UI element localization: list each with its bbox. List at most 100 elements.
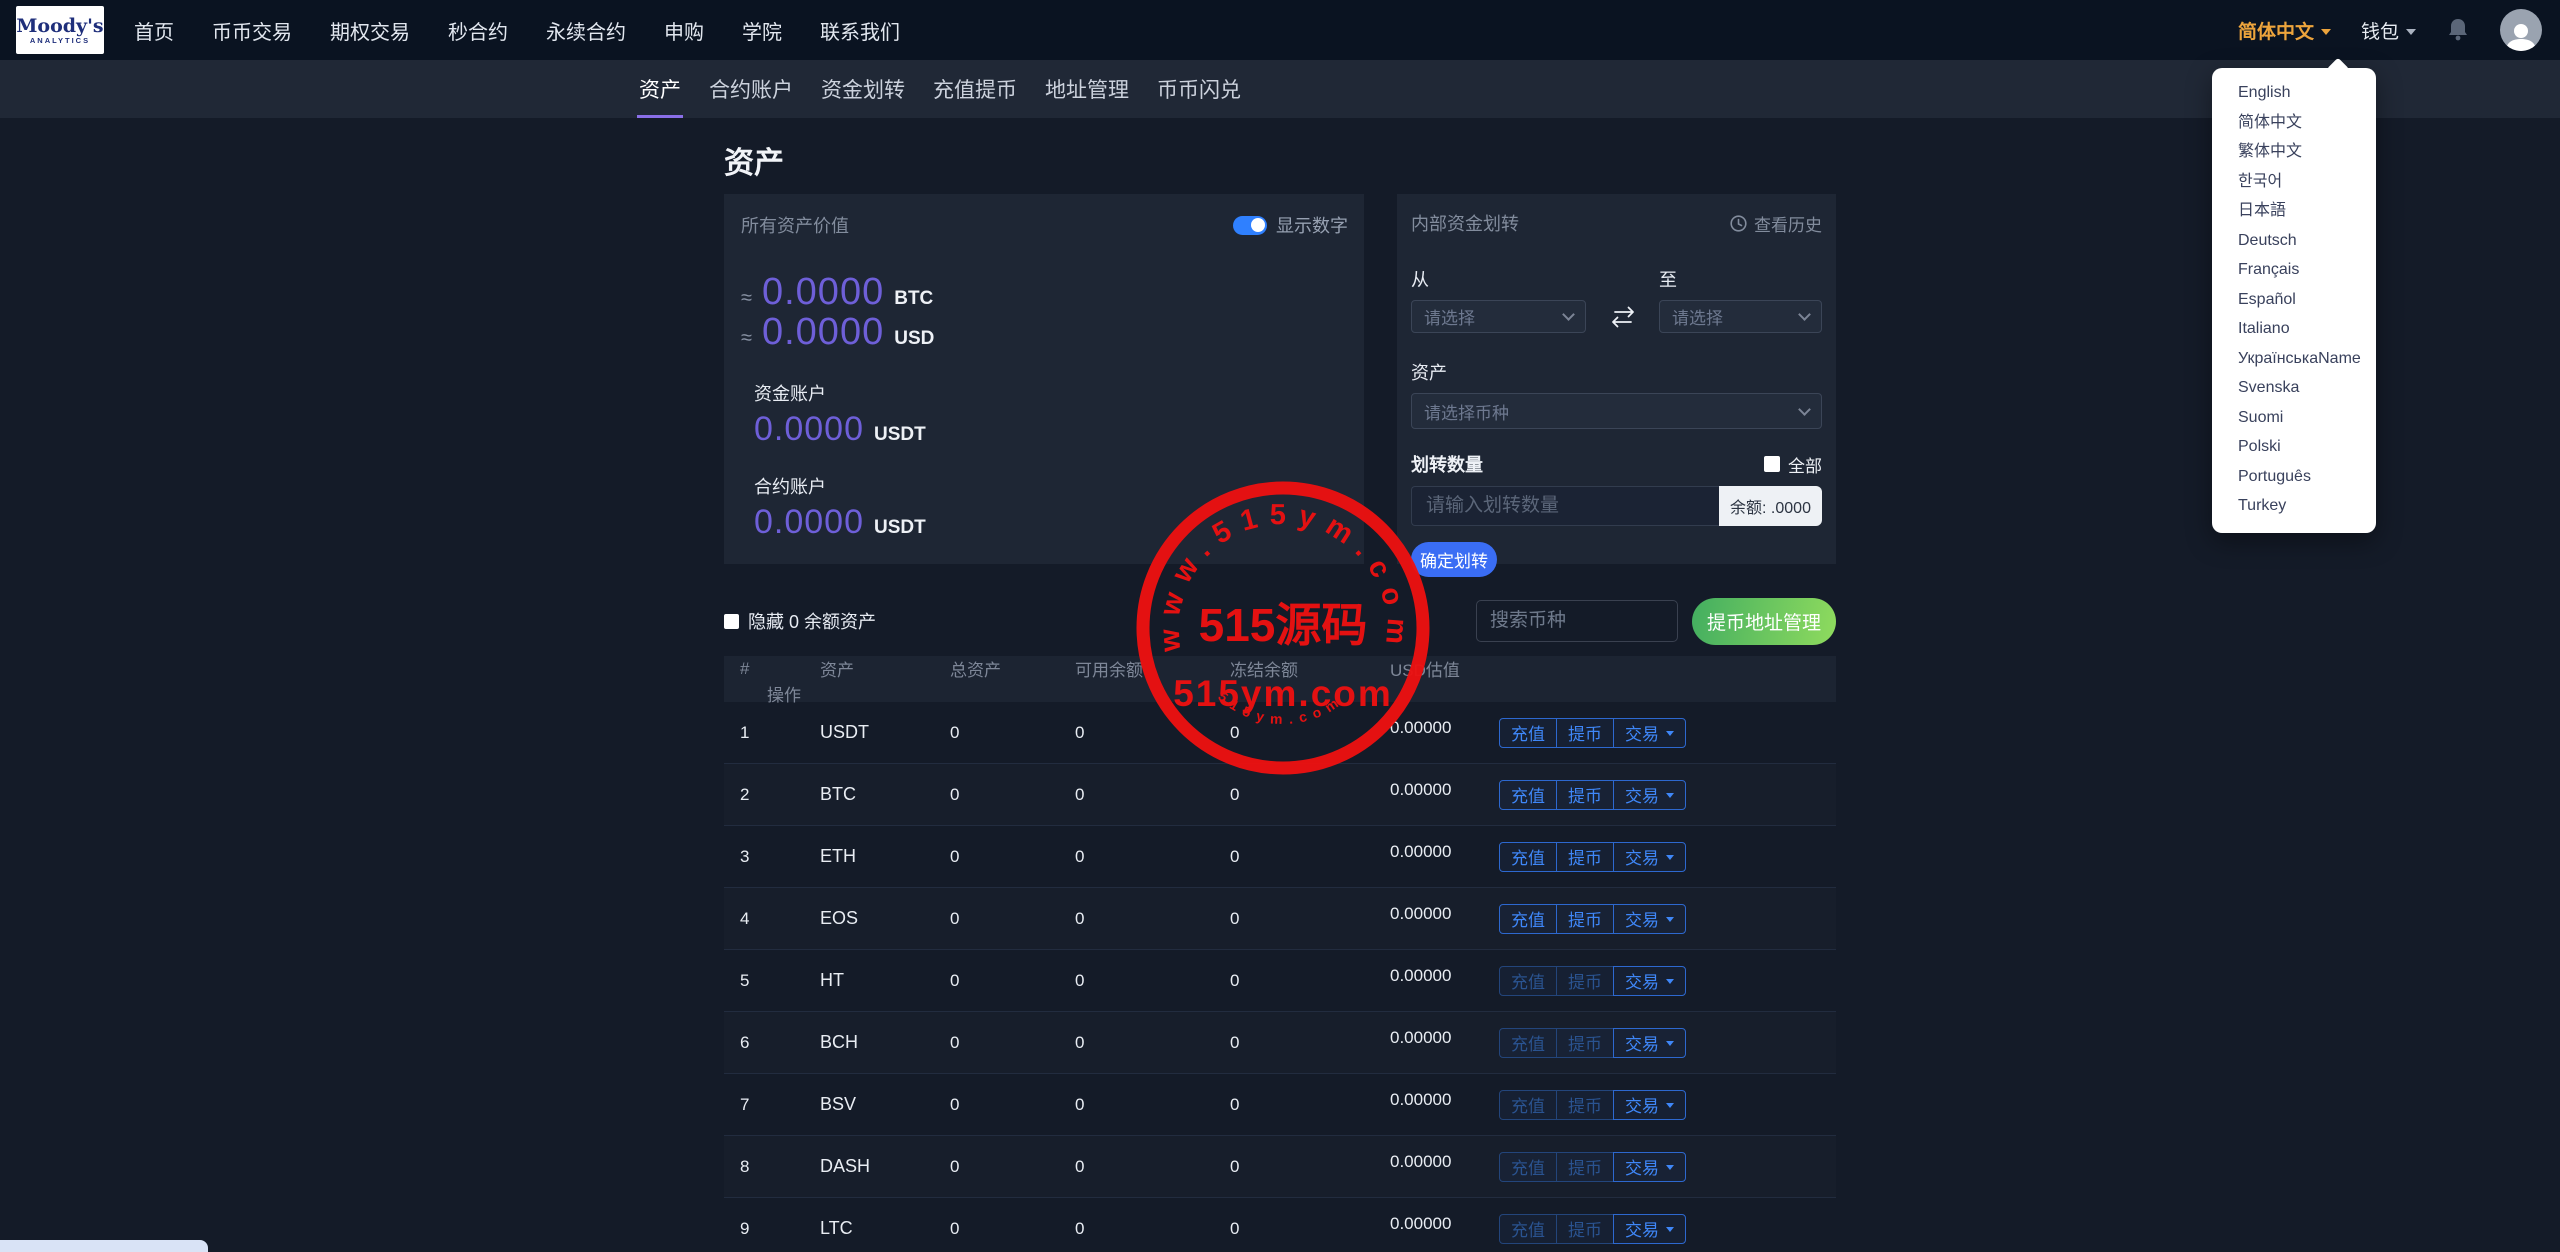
- deposit-button[interactable]: 充值: [1499, 779, 1557, 810]
- language-option[interactable]: Português: [2212, 462, 2376, 492]
- language-option[interactable]: Italiano: [2212, 314, 2376, 344]
- deposit-button[interactable]: 充值: [1499, 717, 1557, 748]
- hide-zero-checkbox[interactable]: [724, 613, 739, 629]
- usd-total-value: ≈ 0.0000 USD: [741, 312, 1348, 352]
- notification-bell-icon[interactable]: [2446, 17, 2470, 43]
- language-dropdown-button[interactable]: 简体中文: [2238, 17, 2331, 44]
- trade-button[interactable]: 交易: [1613, 841, 1686, 872]
- confirm-transfer-button[interactable]: 确定划转: [1411, 542, 1497, 577]
- language-option[interactable]: 简体中文: [2212, 108, 2376, 138]
- to-select-value: 请选择: [1672, 309, 1723, 328]
- trade-button[interactable]: 交易: [1613, 779, 1686, 810]
- subnav-item[interactable]: 合约账户: [707, 60, 795, 118]
- trade-button[interactable]: 交易: [1613, 717, 1686, 748]
- language-option[interactable]: Suomi: [2212, 403, 2376, 433]
- wallet-dropdown-button[interactable]: 钱包: [2361, 17, 2416, 44]
- trade-button[interactable]: 交易: [1613, 903, 1686, 934]
- to-label: 至: [1659, 270, 1677, 290]
- nav-item[interactable]: 期权交易: [330, 16, 410, 45]
- withdraw-button[interactable]: 提币: [1556, 1027, 1614, 1058]
- nav-item[interactable]: 学院: [742, 16, 782, 45]
- cell-usd-value: 0.00000: [1390, 1027, 1452, 1047]
- subnav-item[interactable]: 资产: [637, 60, 683, 118]
- subnav-item[interactable]: 充值提币: [931, 60, 1019, 118]
- language-option[interactable]: 日本語: [2212, 196, 2376, 226]
- deposit-button[interactable]: 充值: [1499, 1213, 1557, 1244]
- language-option[interactable]: Turkey: [2212, 491, 2376, 521]
- page-title: 资产: [724, 147, 784, 180]
- swap-arrows-icon[interactable]: [1608, 306, 1638, 328]
- withdraw-address-manage-button[interactable]: 提币地址管理: [1691, 597, 1836, 645]
- cell-available: 0: [1075, 1094, 1085, 1114]
- cell-usd-value: 0.00000: [1390, 1089, 1452, 1109]
- trade-button[interactable]: 交易: [1613, 1027, 1686, 1058]
- browser-status-tooltip: [0, 1240, 208, 1252]
- language-option[interactable]: Español: [2212, 285, 2376, 315]
- withdraw-button[interactable]: 提币: [1556, 1213, 1614, 1244]
- btc-total-amount: 0.0000: [761, 271, 885, 313]
- cell-asset: BTC: [820, 784, 856, 804]
- wallet-label: 钱包: [2360, 21, 2399, 43]
- balance-suffix: 余额: .0000: [1719, 486, 1822, 526]
- language-option[interactable]: English: [2212, 78, 2376, 108]
- deposit-button[interactable]: 充值: [1499, 965, 1557, 996]
- asset-select[interactable]: 请选择币种: [1411, 393, 1822, 429]
- language-option[interactable]: 繁体中文: [2212, 137, 2376, 167]
- nav-item[interactable]: 联系我们: [820, 16, 900, 45]
- withdraw-button[interactable]: 提币: [1556, 779, 1614, 810]
- cell-index: 1: [740, 722, 750, 742]
- cell-asset: DASH: [820, 1156, 871, 1176]
- nav-item[interactable]: 申购: [664, 16, 704, 45]
- cell-usd-value: 0.00000: [1390, 965, 1452, 985]
- subnav-item[interactable]: 资金划转: [819, 60, 907, 118]
- withdraw-button[interactable]: 提币: [1556, 841, 1614, 872]
- cell-frozen: 0: [1230, 1032, 1240, 1052]
- deposit-button[interactable]: 充值: [1499, 903, 1557, 934]
- all-checkbox[interactable]: [1764, 456, 1780, 472]
- withdraw-button[interactable]: 提币: [1556, 903, 1614, 934]
- cell-actions: 0.00000 充值 提币 交易: [1390, 717, 1836, 748]
- language-option[interactable]: Svenska: [2212, 373, 2376, 403]
- cell-frozen: 0: [1230, 970, 1240, 990]
- to-select[interactable]: 请选择: [1659, 300, 1822, 333]
- subnav-item[interactable]: 币币闪兑: [1155, 60, 1243, 118]
- language-option[interactable]: Deutsch: [2212, 226, 2376, 256]
- nav-item[interactable]: 秒合约: [448, 16, 508, 45]
- nav-item[interactable]: 币币交易: [212, 16, 292, 45]
- deposit-button[interactable]: 充值: [1499, 1089, 1557, 1120]
- user-avatar[interactable]: [2500, 9, 2542, 51]
- cell-actions: 0.00000 充值 提币 交易: [1390, 965, 1836, 996]
- nav-item[interactable]: 首页: [134, 16, 174, 45]
- main-nav: 首页 币币交易 期权交易 秒合约 永续合约 申购 学院 联系我们: [134, 16, 900, 45]
- deposit-button[interactable]: 充值: [1499, 1027, 1557, 1058]
- usd-unit: USD: [894, 328, 935, 349]
- assets-subnav: 资产 合约账户 资金划转 充值提币 地址管理 币币闪兑: [0, 60, 2560, 118]
- withdraw-button[interactable]: 提币: [1556, 717, 1614, 748]
- subnav-item[interactable]: 地址管理: [1043, 60, 1131, 118]
- cell-index: 2: [740, 784, 750, 804]
- deposit-button[interactable]: 充值: [1499, 1151, 1557, 1182]
- withdraw-button[interactable]: 提币: [1556, 965, 1614, 996]
- moodys-logo[interactable]: Moody's ANALYTICS: [16, 6, 104, 54]
- trade-button[interactable]: 交易: [1613, 965, 1686, 996]
- cell-total: 0: [950, 784, 960, 804]
- caret-down-icon: [1666, 1103, 1674, 1108]
- from-select[interactable]: 请选择: [1411, 300, 1586, 333]
- btc-total-value: ≈ 0.0000 BTC: [741, 272, 1348, 312]
- trade-button[interactable]: 交易: [1613, 1089, 1686, 1120]
- cell-index: 4: [740, 908, 750, 928]
- transfer-amount-input[interactable]: [1411, 486, 1719, 526]
- trade-button[interactable]: 交易: [1613, 1213, 1686, 1244]
- language-option[interactable]: УкраїнськаName: [2212, 344, 2376, 374]
- language-option[interactable]: Polski: [2212, 432, 2376, 462]
- withdraw-button[interactable]: 提币: [1556, 1089, 1614, 1120]
- deposit-button[interactable]: 充值: [1499, 841, 1557, 872]
- trade-button[interactable]: 交易: [1613, 1151, 1686, 1182]
- language-option[interactable]: 한국어: [2212, 167, 2376, 197]
- withdraw-button[interactable]: 提币: [1556, 1151, 1614, 1182]
- search-coin-input[interactable]: [1475, 600, 1678, 642]
- show-numbers-toggle[interactable]: [1233, 215, 1267, 235]
- language-option[interactable]: Français: [2212, 255, 2376, 285]
- nav-item[interactable]: 永续合约: [546, 16, 626, 45]
- view-history-link[interactable]: 查看历史: [1730, 211, 1822, 236]
